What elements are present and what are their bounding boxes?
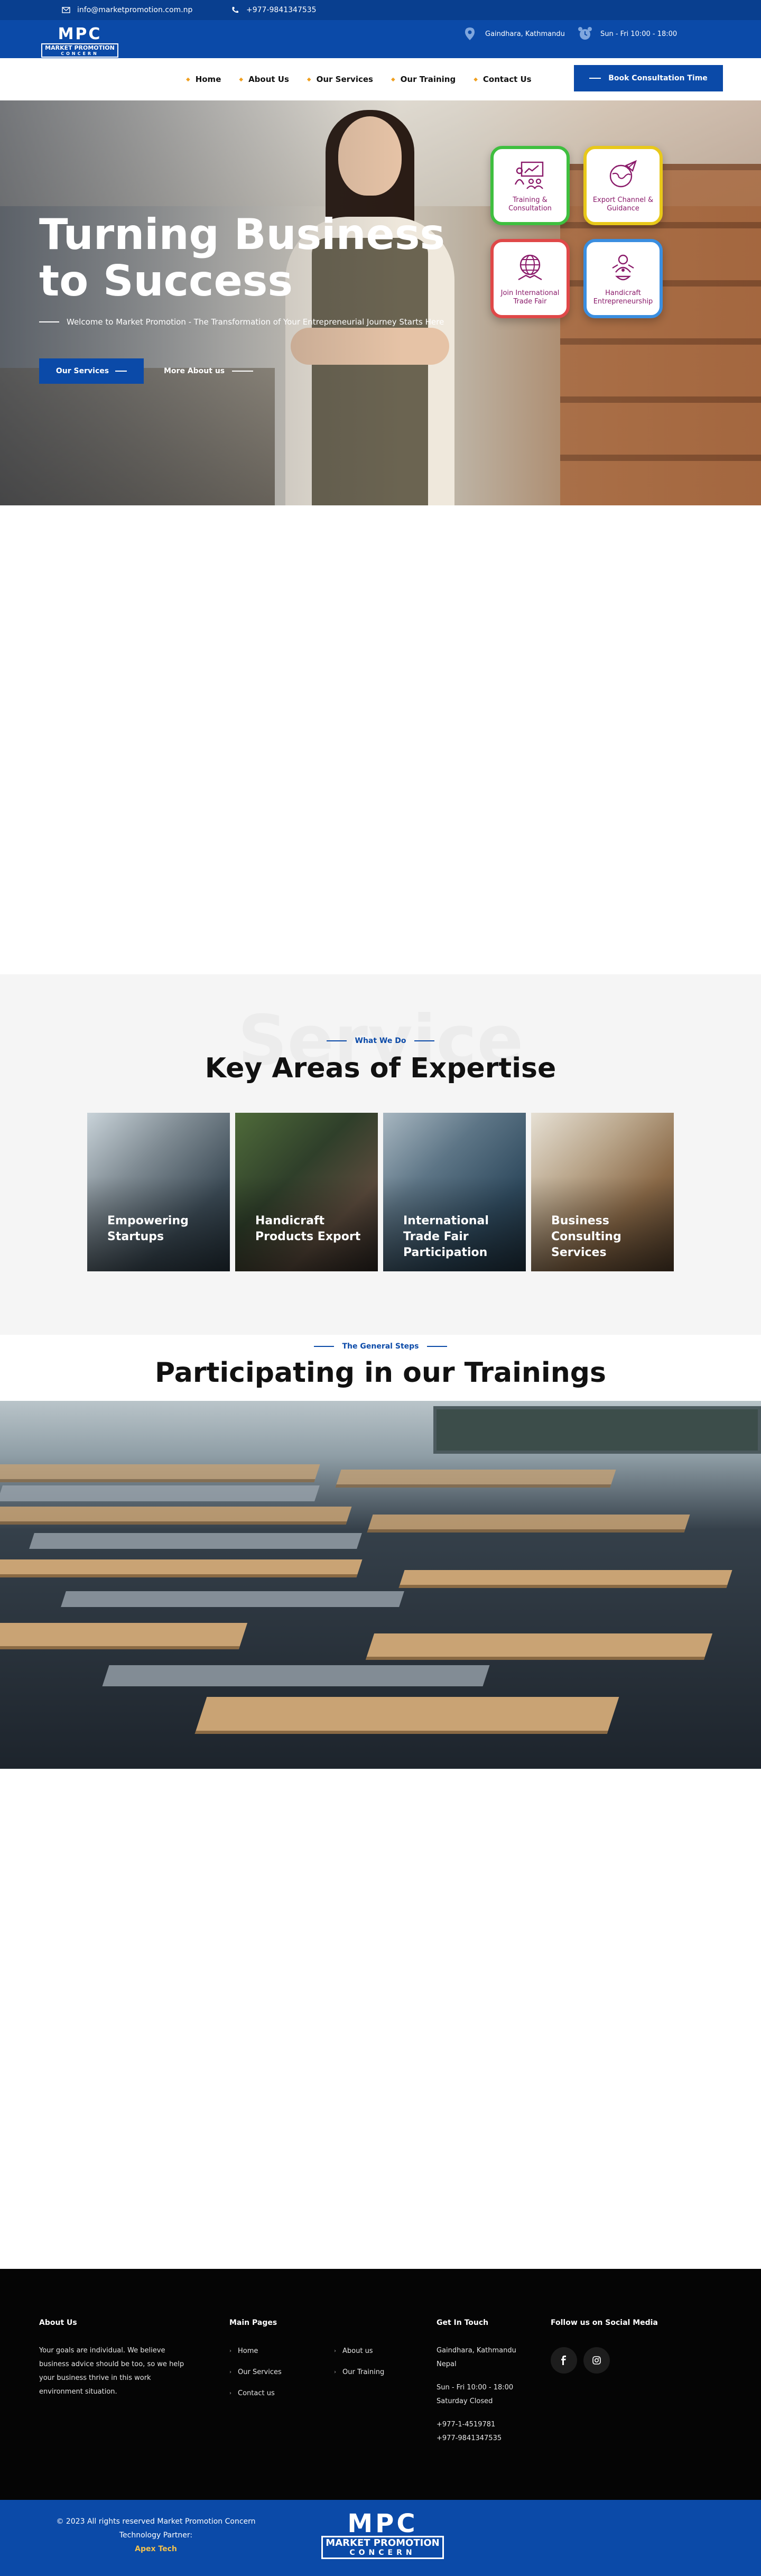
footer-link-contact[interactable]: › Contact us <box>229 2389 275 2397</box>
email-text: info@marketpromotion.com.np <box>77 6 193 14</box>
chevron-right-icon: › <box>229 2369 231 2375</box>
expertise-card-startups[interactable]: Empowering Startups <box>87 1113 230 1271</box>
globe-icon <box>513 251 547 285</box>
footer-phones: +977-1-4519781 +977-9841347535 <box>437 2418 502 2445</box>
footer-link-training[interactable]: › Our Training <box>334 2368 384 2376</box>
trainings-section: The General Steps Participating in our T… <box>0 1335 761 1769</box>
bullet-icon: ◆ <box>239 76 244 82</box>
handicraft-icon <box>606 251 640 285</box>
service-card-export[interactable]: Export Channel & Guidance <box>583 146 663 225</box>
chevron-right-icon: › <box>334 2369 336 2375</box>
chevron-right-icon: › <box>334 2348 336 2354</box>
more-about-button[interactable]: More About us <box>164 358 259 384</box>
tech-partner-link[interactable]: Apex Tech <box>42 2542 270 2556</box>
phone-icon <box>230 5 240 15</box>
footer-touch-heading: Get In Touch <box>437 2319 489 2327</box>
bullet-icon: ◆ <box>307 76 311 82</box>
footer-address: Gaindhara, Kathmandu Nepal <box>437 2347 516 2368</box>
nav-contact[interactable]: ◆ Contact Us <box>474 75 531 84</box>
footer-about-heading: About Us <box>39 2319 77 2327</box>
header-bar: info@marketpromotion.com.np +977-9841347… <box>0 0 761 58</box>
hours-block: Sun - Fri 10:00 - 18:00 <box>577 20 677 48</box>
email-link[interactable]: info@marketpromotion.com.np <box>61 0 192 20</box>
service-card-training[interactable]: Training & Consultation <box>490 146 570 225</box>
logo-name: MARKET PROMOTION CONCERN <box>41 43 118 58</box>
button-dash <box>589 78 601 79</box>
alarm-clock-icon <box>577 26 593 42</box>
button-dash <box>232 371 254 372</box>
location-pin-icon <box>462 26 478 42</box>
training-icon <box>513 158 547 192</box>
footer-link-about[interactable]: › About us <box>334 2347 373 2355</box>
instagram-icon[interactable] <box>583 2347 610 2374</box>
footer-link-services[interactable]: › Our Services <box>229 2368 282 2376</box>
nav-services[interactable]: ◆ Our Services <box>307 75 373 84</box>
footer-social-heading: Follow us on Social Media <box>551 2319 658 2327</box>
export-icon <box>606 158 640 192</box>
nav-training[interactable]: ◆ Our Training <box>391 75 456 84</box>
copyright-bar: © 2023 All rights reserved Market Promot… <box>0 2500 761 2576</box>
trainings-eyebrow: The General Steps <box>0 1342 761 1351</box>
footer-about-text: Your goals are individual. We believe bu… <box>39 2347 184 2396</box>
expertise-eyebrow: What We Do <box>0 1037 761 1045</box>
expertise-card-consulting[interactable]: Business Consulting Services <box>531 1113 674 1271</box>
mail-icon <box>61 5 71 15</box>
hero-subtitle: Welcome to Market Promotion - The Transf… <box>39 317 444 327</box>
service-card-trade-fair[interactable]: Join International Trade Fair <box>490 239 570 318</box>
bullet-icon: ◆ <box>186 76 190 82</box>
copyright-text: © 2023 All rights reserved Market Promot… <box>42 2515 270 2556</box>
expertise-section: Service What We Do Key Areas of Expertis… <box>0 974 761 1335</box>
chevron-right-icon: › <box>229 2348 231 2354</box>
main-nav: ◆ Home ◆ About Us ◆ Our Services ◆ Our Train… <box>156 58 761 100</box>
bullet-icon: ◆ <box>474 76 478 82</box>
logo-mark: MPC <box>58 25 102 43</box>
service-card-handicraft[interactable]: Handicraft Entrepreneurship <box>583 239 663 318</box>
address-block: Gaindhara, Kathmandu <box>462 20 565 48</box>
footer-phone-2[interactable]: +977-9841347535 <box>437 2432 502 2445</box>
address-text: Gaindhara, Kathmandu <box>485 30 565 38</box>
site-logo[interactable]: MPC MARKET PROMOTION CONCERN <box>41 25 118 58</box>
chevron-right-icon: › <box>229 2390 231 2396</box>
bullet-icon: ◆ <box>391 76 395 82</box>
footer-phone-1[interactable]: +977-1-4519781 <box>437 2418 502 2432</box>
phone-text: +977-9841347535 <box>246 6 317 14</box>
footer-link-home[interactable]: › Home <box>229 2347 258 2355</box>
nav-home[interactable]: ◆ Home <box>186 75 221 84</box>
hero-title: Turning Business to Success <box>39 210 446 306</box>
classroom-photo <box>0 1401 761 1769</box>
our-services-button[interactable]: Our Services <box>39 358 144 384</box>
hours-text: Sun - Fri 10:00 - 18:00 <box>600 30 678 38</box>
subtitle-dash <box>39 321 59 322</box>
footer-pages-heading: Main Pages <box>229 2319 277 2327</box>
footer-hours: Sun - Fri 10:00 - 18:00 Saturday Closed <box>437 2384 514 2405</box>
phone-link[interactable]: +977-9841347535 <box>230 0 317 20</box>
site-footer: About Us Your goals are individual. We b… <box>0 2269 761 2500</box>
button-dash <box>115 371 127 372</box>
expertise-card-trade-fair[interactable]: International Trade Fair Participation <box>383 1113 526 1271</box>
expertise-title: Key Areas of Expertise <box>205 1052 556 1084</box>
expertise-card-export[interactable]: Handicraft Products Export <box>235 1113 378 1271</box>
hero-section: Turning Business to Success Welcome to M… <box>0 100 761 505</box>
nav-about[interactable]: ◆ About Us <box>239 75 289 84</box>
book-consultation-button[interactable]: Book Consultation Time <box>574 65 723 91</box>
footer-logo[interactable]: MPC MARKET PROMOTION CONCERN <box>321 2511 444 2559</box>
facebook-icon[interactable] <box>551 2347 577 2374</box>
trainings-title: Participating in our Trainings <box>155 1357 606 1389</box>
